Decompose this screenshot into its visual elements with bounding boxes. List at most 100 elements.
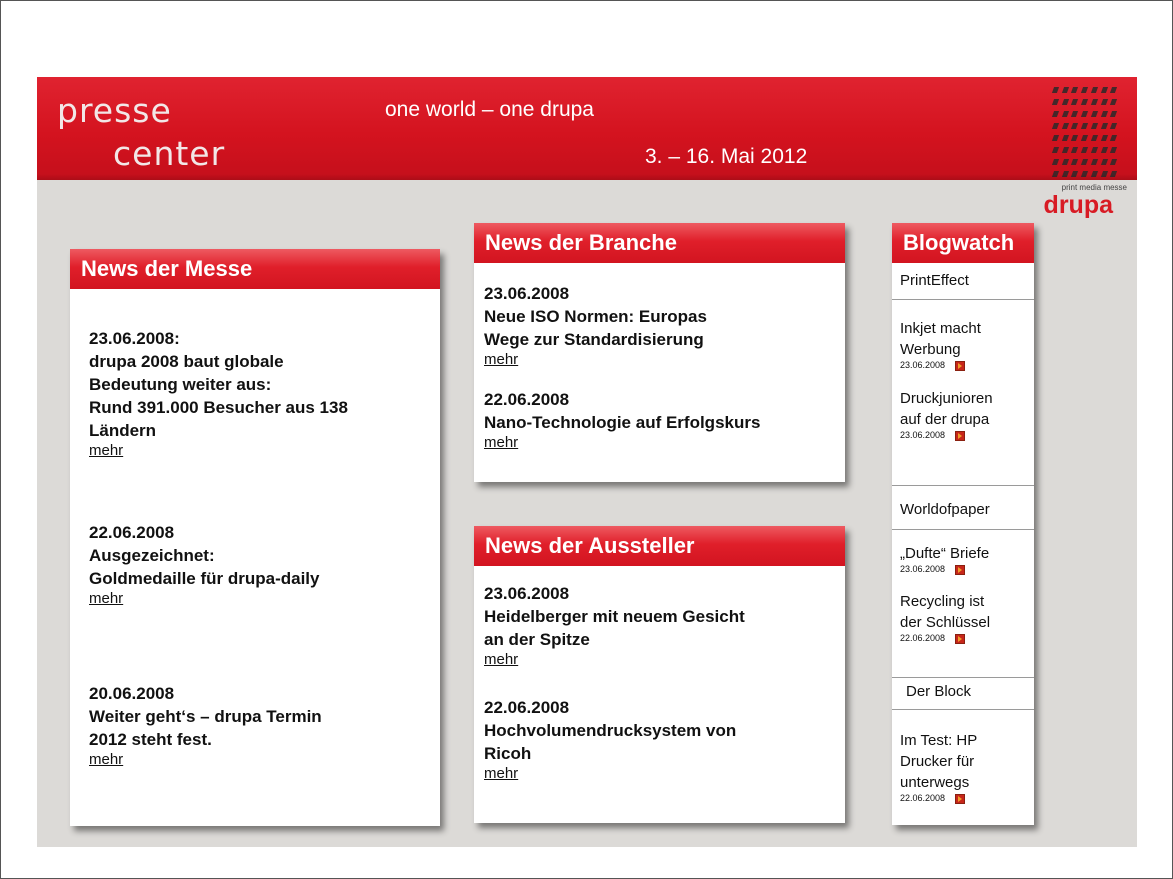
arrow-right-icon[interactable] (955, 633, 966, 644)
news-headline-line[interactable]: Ländern (89, 419, 440, 442)
blog-post-title[interactable]: Inkjet macht (892, 318, 1034, 339)
blog-post[interactable]: Recycling ist der Schlüssel 22.06.2008 (892, 591, 1034, 644)
panel-title: Blogwatch (892, 223, 1034, 263)
dot-pattern-cell (1100, 111, 1108, 117)
drupa-logo[interactable]: print media messe drupa (1005, 181, 1133, 221)
blog-post-title[interactable]: Druckjunioren (892, 388, 1034, 409)
blog-post-date: 23.06.2008 (892, 430, 1034, 441)
dot-pattern-cell (1100, 159, 1108, 165)
logo-presse: presse (57, 91, 172, 130)
panel-news-branche: News der Branche 23.06.2008 Neue ISO Nor… (474, 223, 845, 482)
dot-pattern-cell (1051, 135, 1060, 141)
blog-post-title[interactable]: auf der drupa (892, 409, 1034, 430)
dot-pattern-cell (1071, 99, 1079, 105)
more-link[interactable]: mehr (89, 442, 123, 460)
dot-pattern-cell (1061, 135, 1069, 141)
blog-source-name[interactable]: PrintEffect (892, 272, 1034, 289)
dot-pattern-cell (1061, 111, 1069, 117)
more-link[interactable]: mehr (484, 651, 518, 669)
more-link[interactable]: mehr (89, 590, 123, 608)
news-headline-line[interactable]: Neue ISO Normen: Europas (484, 305, 845, 328)
blog-post-date-text: 22.06.2008 (900, 793, 946, 803)
blog-post[interactable]: „Dufte“ Briefe 23.06.2008 (892, 543, 1034, 575)
news-item: 22.06.2008 Ausgezeichnet: Goldmedaille f… (89, 521, 440, 608)
news-headline-line[interactable]: Rund 391.000 Besucher aus 138 (89, 396, 440, 419)
news-headline-line[interactable]: Nano-Technologie auf Erfolgskurs (484, 411, 845, 434)
dot-pattern-cell (1081, 147, 1089, 153)
header-banner: presse center one world – one drupa 3. –… (37, 77, 1137, 180)
news-headline-line[interactable]: Heidelberger mit neuem Gesicht (484, 605, 845, 628)
dot-pattern-cell (1110, 123, 1118, 129)
dot-pattern-cell (1071, 135, 1079, 141)
news-item: 23.06.2008: drupa 2008 baut globale Bede… (89, 327, 440, 460)
dot-pattern-cell (1061, 87, 1069, 93)
news-headline-line[interactable]: an der Spitze (484, 628, 845, 651)
news-date: 22.06.2008 (484, 390, 570, 409)
divider (892, 485, 1034, 486)
dot-pattern-cell (1081, 99, 1089, 105)
news-item: 22.06.2008 Nano-Technologie auf Erfolgsk… (484, 388, 845, 452)
news-headline-line[interactable]: Ausgezeichnet: (89, 544, 440, 567)
blog-post-title[interactable]: Im Test: HP (892, 730, 1034, 751)
blog-post[interactable]: Inkjet macht Werbung 23.06.2008 (892, 318, 1034, 371)
blog-post-title[interactable]: Recycling ist (892, 591, 1034, 612)
blog-post-title[interactable]: der Schlüssel (892, 612, 1034, 633)
more-link[interactable]: mehr (484, 351, 518, 369)
news-headline-line[interactable]: drupa 2008 baut globale (89, 350, 440, 373)
dot-pattern-cell (1061, 99, 1069, 105)
news-item: 22.06.2008 Hochvolumendrucksystem von Ri… (484, 696, 845, 783)
dot-pattern-cell (1100, 123, 1108, 129)
blog-post[interactable]: Im Test: HP Drucker für unterwegs 22.06.… (892, 730, 1034, 804)
blog-post-date-text: 23.06.2008 (900, 430, 946, 440)
blog-post-title[interactable]: „Dufte“ Briefe (892, 543, 1034, 564)
news-headline-line[interactable]: Bedeutung weiter aus: (89, 373, 440, 396)
panel-title: News der Messe (70, 249, 440, 289)
panel-title: News der Branche (474, 223, 845, 263)
news-headline-line[interactable]: Ricoh (484, 742, 845, 765)
news-headline-line[interactable]: Goldmedaille für drupa-daily (89, 567, 440, 590)
blog-post-date-text: 23.06.2008 (900, 564, 946, 574)
news-date: 23.06.2008 (484, 584, 570, 603)
dot-pattern-cell (1081, 111, 1089, 117)
blog-source[interactable]: Worldofpaper (892, 501, 1034, 518)
blog-source-name[interactable]: Worldofpaper (892, 501, 1034, 518)
dot-pattern-cell (1061, 123, 1069, 129)
more-link[interactable]: mehr (484, 434, 518, 452)
divider (892, 709, 1034, 710)
dot-pattern-cell (1090, 135, 1098, 141)
dot-pattern-cell (1110, 171, 1118, 177)
dot-pattern-cell (1090, 171, 1098, 177)
blog-source[interactable]: Der Block (892, 683, 1034, 700)
arrow-right-icon[interactable] (955, 564, 966, 575)
blog-post[interactable]: Druckjunioren auf der drupa 23.06.2008 (892, 388, 1034, 441)
divider (892, 677, 1034, 678)
news-date: 20.06.2008 (89, 684, 175, 703)
news-headline-line[interactable]: 2012 steht fest. (89, 728, 440, 751)
more-link[interactable]: mehr (89, 751, 123, 769)
blog-source-name[interactable]: Der Block (892, 683, 1034, 700)
news-headline-line[interactable]: Wege zur Standardisierung (484, 328, 845, 351)
arrow-right-icon[interactable] (955, 793, 966, 804)
presse-center-page: presse center one world – one drupa 3. –… (37, 77, 1137, 847)
news-headline-line[interactable]: Weiter geht‘s – drupa Termin (89, 705, 440, 728)
news-item: 23.06.2008 Neue ISO Normen: Europas Wege… (484, 282, 845, 369)
blog-post-date-text: 23.06.2008 (900, 360, 946, 370)
dot-pattern-cell (1110, 99, 1118, 105)
news-date: 23.06.2008 (484, 284, 570, 303)
panel-title: News der Aussteller (474, 526, 845, 566)
news-headline-line[interactable]: Hochvolumendrucksystem von (484, 719, 845, 742)
blog-post-title[interactable]: Drucker für (892, 751, 1034, 772)
dot-pattern-cell (1051, 111, 1060, 117)
dot-pattern-cell (1110, 147, 1118, 153)
dot-pattern-cell (1090, 159, 1098, 165)
blog-post-title[interactable]: Werbung (892, 339, 1034, 360)
panel-blogwatch: Blogwatch PrintEffect Inkjet macht Werbu… (892, 223, 1034, 825)
dot-pattern-cell (1051, 87, 1060, 93)
dot-pattern-cell (1090, 147, 1098, 153)
arrow-right-icon[interactable] (955, 360, 966, 371)
arrow-right-icon[interactable] (955, 430, 966, 441)
more-link[interactable]: mehr (484, 765, 518, 783)
blog-source[interactable]: PrintEffect (892, 272, 1034, 289)
blog-post-title[interactable]: unterwegs (892, 772, 1034, 793)
news-item: 23.06.2008 Heidelberger mit neuem Gesich… (484, 582, 845, 669)
